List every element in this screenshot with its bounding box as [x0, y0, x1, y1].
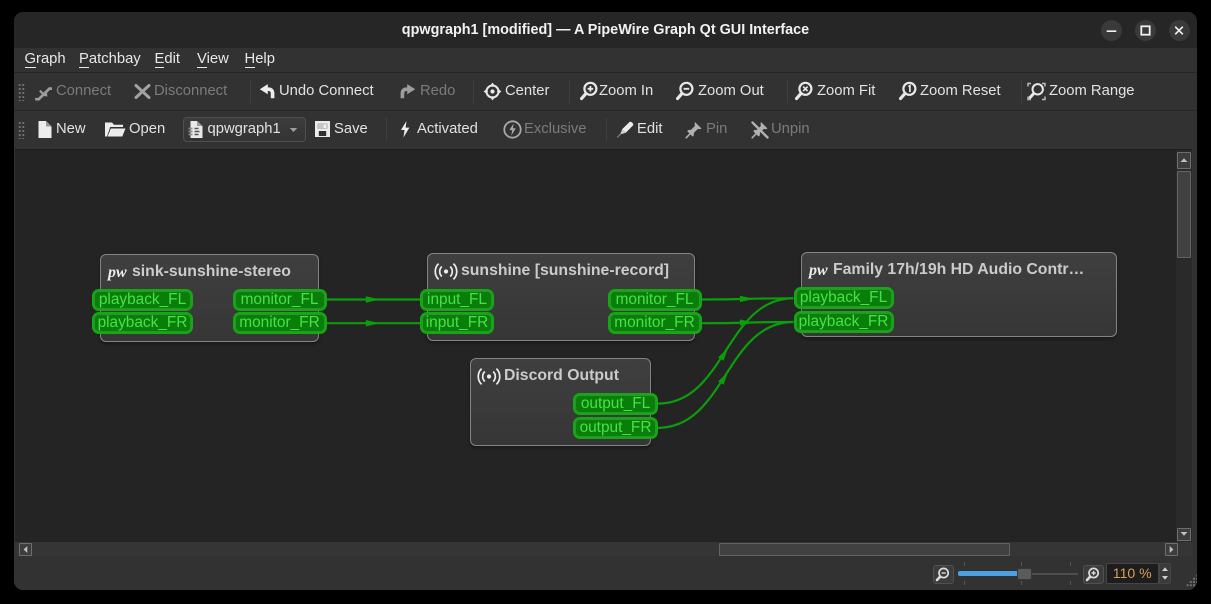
- svg-text:pw: pw: [808, 262, 828, 279]
- svg-text:pw: pw: [107, 264, 127, 281]
